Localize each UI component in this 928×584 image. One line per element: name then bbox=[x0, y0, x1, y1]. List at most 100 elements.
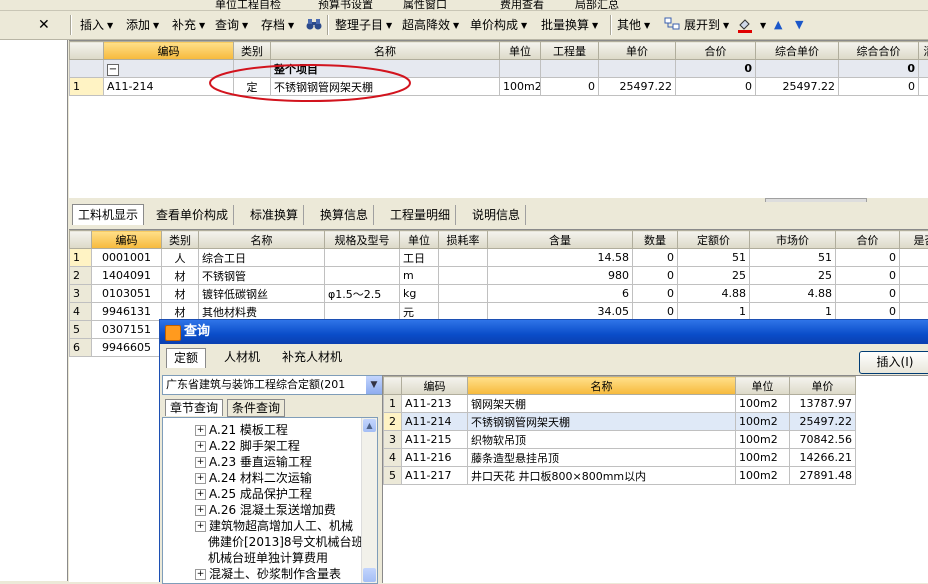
row-code[interactable]: A11-216 bbox=[402, 449, 468, 467]
header-name[interactable]: 名称 bbox=[271, 42, 500, 60]
row-type[interactable]: 材 bbox=[162, 303, 199, 321]
tree-node[interactable]: 机械台班单独计算费用 bbox=[208, 550, 328, 566]
row-loss[interactable] bbox=[439, 285, 488, 303]
row-content[interactable]: 980 bbox=[488, 267, 633, 285]
fill-color-dropdown[interactable]: ▼ bbox=[757, 17, 766, 33]
row-base-price[interactable]: 51 bbox=[678, 249, 750, 267]
row-code[interactable]: A11-217 bbox=[402, 467, 468, 485]
tree-node[interactable]: +建筑物超高增加人工、机械 bbox=[195, 518, 353, 534]
supplement-menu[interactable]: 补充▼ bbox=[172, 17, 205, 33]
header-whether[interactable]: 是否 bbox=[900, 231, 928, 249]
header-name[interactable]: 名称 bbox=[199, 231, 325, 249]
archive-menu[interactable]: 存档▼ bbox=[261, 17, 294, 33]
tab-quantity-detail[interactable]: 工程量明细 bbox=[385, 205, 456, 225]
header-name[interactable]: 名称 bbox=[468, 377, 736, 395]
unit-price-structure-menu[interactable]: 单价构成▼ bbox=[470, 17, 527, 33]
insert-menu[interactable]: 插入▼ bbox=[80, 17, 113, 33]
table-row[interactable]: 4 9946131 材 其他材料费 元 34.05 0 1 1 0 bbox=[70, 303, 928, 321]
header-code[interactable]: 编码 bbox=[402, 377, 468, 395]
row-name[interactable]: 不锈钢管 bbox=[199, 267, 325, 285]
row-content[interactable]: 34.05 bbox=[488, 303, 633, 321]
tree-node[interactable]: +A.23 垂直运输工程 bbox=[195, 454, 312, 470]
tree-node[interactable]: +A.24 材料二次运输 bbox=[195, 470, 312, 486]
tree-node[interactable]: +A.26 混凝土泵送增加费 bbox=[195, 502, 336, 518]
top-toolbar-item-self-check[interactable]: 单位工程自检 bbox=[215, 0, 281, 8]
row-unit[interactable]: 100m2 bbox=[500, 78, 541, 96]
row-count[interactable]: 0 bbox=[633, 267, 678, 285]
row-type[interactable]: 人 bbox=[162, 249, 199, 267]
table-row[interactable]: 1 A11-214 定 不锈钢钢管网架天棚 100m2 0 25497.22 0… bbox=[70, 78, 928, 96]
tree-expand-icon[interactable]: + bbox=[195, 521, 206, 532]
row-number[interactable]: 2 bbox=[70, 267, 92, 285]
row-whether[interactable] bbox=[900, 249, 928, 267]
chevron-down-icon[interactable]: ▼ bbox=[366, 376, 382, 394]
row-name[interactable]: 其他材料费 bbox=[199, 303, 325, 321]
row-whether[interactable] bbox=[900, 303, 928, 321]
table-row[interactable]: 2 1404091 材 不锈钢管 m 980 0 25 25 0 bbox=[70, 267, 928, 285]
header-unit[interactable]: 单位 bbox=[736, 377, 790, 395]
row-code[interactable]: A11-213 bbox=[402, 395, 468, 413]
tree-expand-icon[interactable]: + bbox=[195, 473, 206, 484]
table-row[interactable]: 1 0001001 人 综合工日 工日 14.58 0 51 51 0 bbox=[70, 249, 928, 267]
row-number[interactable]: 3 bbox=[70, 285, 92, 303]
row-loss[interactable] bbox=[439, 267, 488, 285]
row-type[interactable]: 材 bbox=[162, 285, 199, 303]
header-list[interactable]: 清 bbox=[919, 42, 928, 60]
fill-color-icon[interactable] bbox=[737, 17, 753, 33]
row-number[interactable]: 1 bbox=[384, 395, 402, 413]
top-toolbar-item-budget-settings[interactable]: 预算书设置 bbox=[318, 0, 373, 8]
tab-material-machine[interactable]: 工料机显示 bbox=[72, 204, 144, 225]
tree-node[interactable]: +A.22 脚手架工程 bbox=[195, 438, 300, 454]
table-row-selected[interactable]: 2 A11-214 不锈钢钢管网架天棚 100m2 25497.22 bbox=[384, 413, 856, 431]
row-number[interactable]: 1 bbox=[70, 249, 92, 267]
row-code[interactable]: 0001001 bbox=[92, 249, 162, 267]
row-code[interactable]: 0307151 bbox=[92, 321, 162, 339]
table-row[interactable]: 5 A11-217 井口天花 井口板800×800mm以内 100m2 2789… bbox=[384, 467, 856, 485]
tab-condition-search[interactable]: 条件查询 bbox=[227, 399, 285, 417]
collapse-icon[interactable]: − bbox=[107, 64, 119, 76]
row-amount[interactable]: 0 bbox=[836, 303, 900, 321]
row-unit[interactable]: 100m2 bbox=[736, 413, 790, 431]
header-type[interactable]: 类别 bbox=[234, 42, 271, 60]
header-code[interactable]: 编码 bbox=[92, 231, 162, 249]
row-unit[interactable]: 100m2 bbox=[736, 395, 790, 413]
row-base-price[interactable]: 4.88 bbox=[678, 285, 750, 303]
insert-button[interactable]: 插入(I) bbox=[859, 351, 928, 374]
row-unit[interactable]: 元 bbox=[400, 303, 439, 321]
row-content[interactable]: 14.58 bbox=[488, 249, 633, 267]
table-row[interactable]: 3 0103051 材 镀锌低碳钢丝 φ1.5～2.5 kg 6 0 4.88 … bbox=[70, 285, 928, 303]
row-loss[interactable] bbox=[439, 249, 488, 267]
search-binoculars-icon[interactable] bbox=[306, 17, 322, 33]
scroll-up-icon[interactable]: ▲ bbox=[363, 419, 376, 432]
expand-to-menu[interactable]: 展开到▼ bbox=[684, 17, 729, 33]
row-number[interactable]: 1 bbox=[70, 78, 104, 96]
row-market-price[interactable]: 51 bbox=[750, 249, 836, 267]
tree-expand-icon[interactable]: + bbox=[195, 457, 206, 468]
row-type[interactable]: 材 bbox=[162, 267, 199, 285]
header-quantity[interactable]: 工程量 bbox=[541, 42, 599, 60]
row-number[interactable]: 6 bbox=[70, 339, 92, 357]
height-reduction-menu[interactable]: 超高降效▼ bbox=[402, 17, 459, 33]
tree-node[interactable]: +A.21 模板工程 bbox=[195, 422, 288, 438]
tab-description[interactable]: 说明信息 bbox=[467, 205, 526, 225]
row-price[interactable]: 27891.48 bbox=[790, 467, 856, 485]
header-amount[interactable]: 合价 bbox=[676, 42, 756, 60]
batch-conversion-menu[interactable]: 批量换算▼ bbox=[541, 17, 598, 33]
add-menu[interactable]: 添加▼ bbox=[126, 17, 159, 33]
row-whether[interactable] bbox=[900, 285, 928, 303]
row-base-price[interactable]: 1 bbox=[678, 303, 750, 321]
header-composite-unit-price[interactable]: 综合单价 bbox=[756, 42, 839, 60]
row-unit[interactable]: m bbox=[400, 267, 439, 285]
header-price[interactable]: 单价 bbox=[790, 377, 856, 395]
tab-unit-price-structure[interactable]: 查看单价构成 bbox=[151, 205, 234, 225]
row-price[interactable]: 25497.22 bbox=[599, 78, 676, 96]
row-number[interactable]: 4 bbox=[384, 449, 402, 467]
row-amount[interactable]: 0 bbox=[836, 249, 900, 267]
tree-node[interactable]: +混凝土、砂浆制作含量表 bbox=[195, 566, 341, 582]
row-spec[interactable] bbox=[325, 303, 400, 321]
move-up-icon[interactable]: ▲ bbox=[774, 17, 782, 33]
header-loss-rate[interactable]: 损耗率 bbox=[439, 231, 488, 249]
scroll-thumb[interactable] bbox=[363, 568, 376, 582]
row-code[interactable]: A11-214 bbox=[402, 413, 468, 431]
header-composite-total[interactable]: 综合合价 bbox=[839, 42, 919, 60]
